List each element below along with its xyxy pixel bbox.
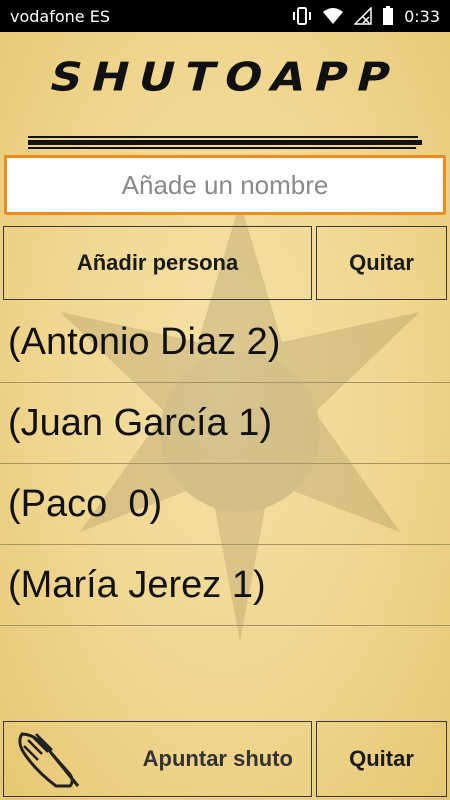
no-signal-icon [354,7,372,25]
remove-shuto-button[interactable]: Quitar [316,721,447,797]
record-shuto-label: Apuntar shuto [142,746,293,771]
app-screen: SHUTOAPP Añadir persona Quitar (Antonio … [0,32,450,800]
list-item[interactable]: (María Jerez 1) [0,545,450,626]
add-person-button[interactable]: Añadir persona [3,226,312,300]
list-item[interactable]: (Juan García 1) [0,383,450,464]
wifi-icon [322,7,344,25]
praying-hands-icon [12,728,84,796]
people-list: (Antonio Diaz 2) (Juan García 1) (Paco 0… [0,302,450,626]
list-item[interactable]: (Antonio Diaz 2) [0,302,450,383]
list-item[interactable]: (Paco 0) [0,464,450,545]
app-logo: SHUTOAPP [0,52,450,149]
logo-underline [28,136,422,149]
record-shuto-button[interactable]: Apuntar shuto [3,721,312,797]
name-input[interactable] [4,155,446,215]
logo-text: SHUTOAPP [44,54,406,101]
battery-icon [382,6,394,26]
vibrate-icon [292,7,312,25]
clock: 0:33 [404,6,440,26]
remove-person-button[interactable]: Quitar [316,226,447,300]
status-bar: vodafone ES 0:33 [0,0,450,32]
status-icons: 0:33 [292,6,440,26]
carrier-name: vodafone ES [10,6,110,26]
